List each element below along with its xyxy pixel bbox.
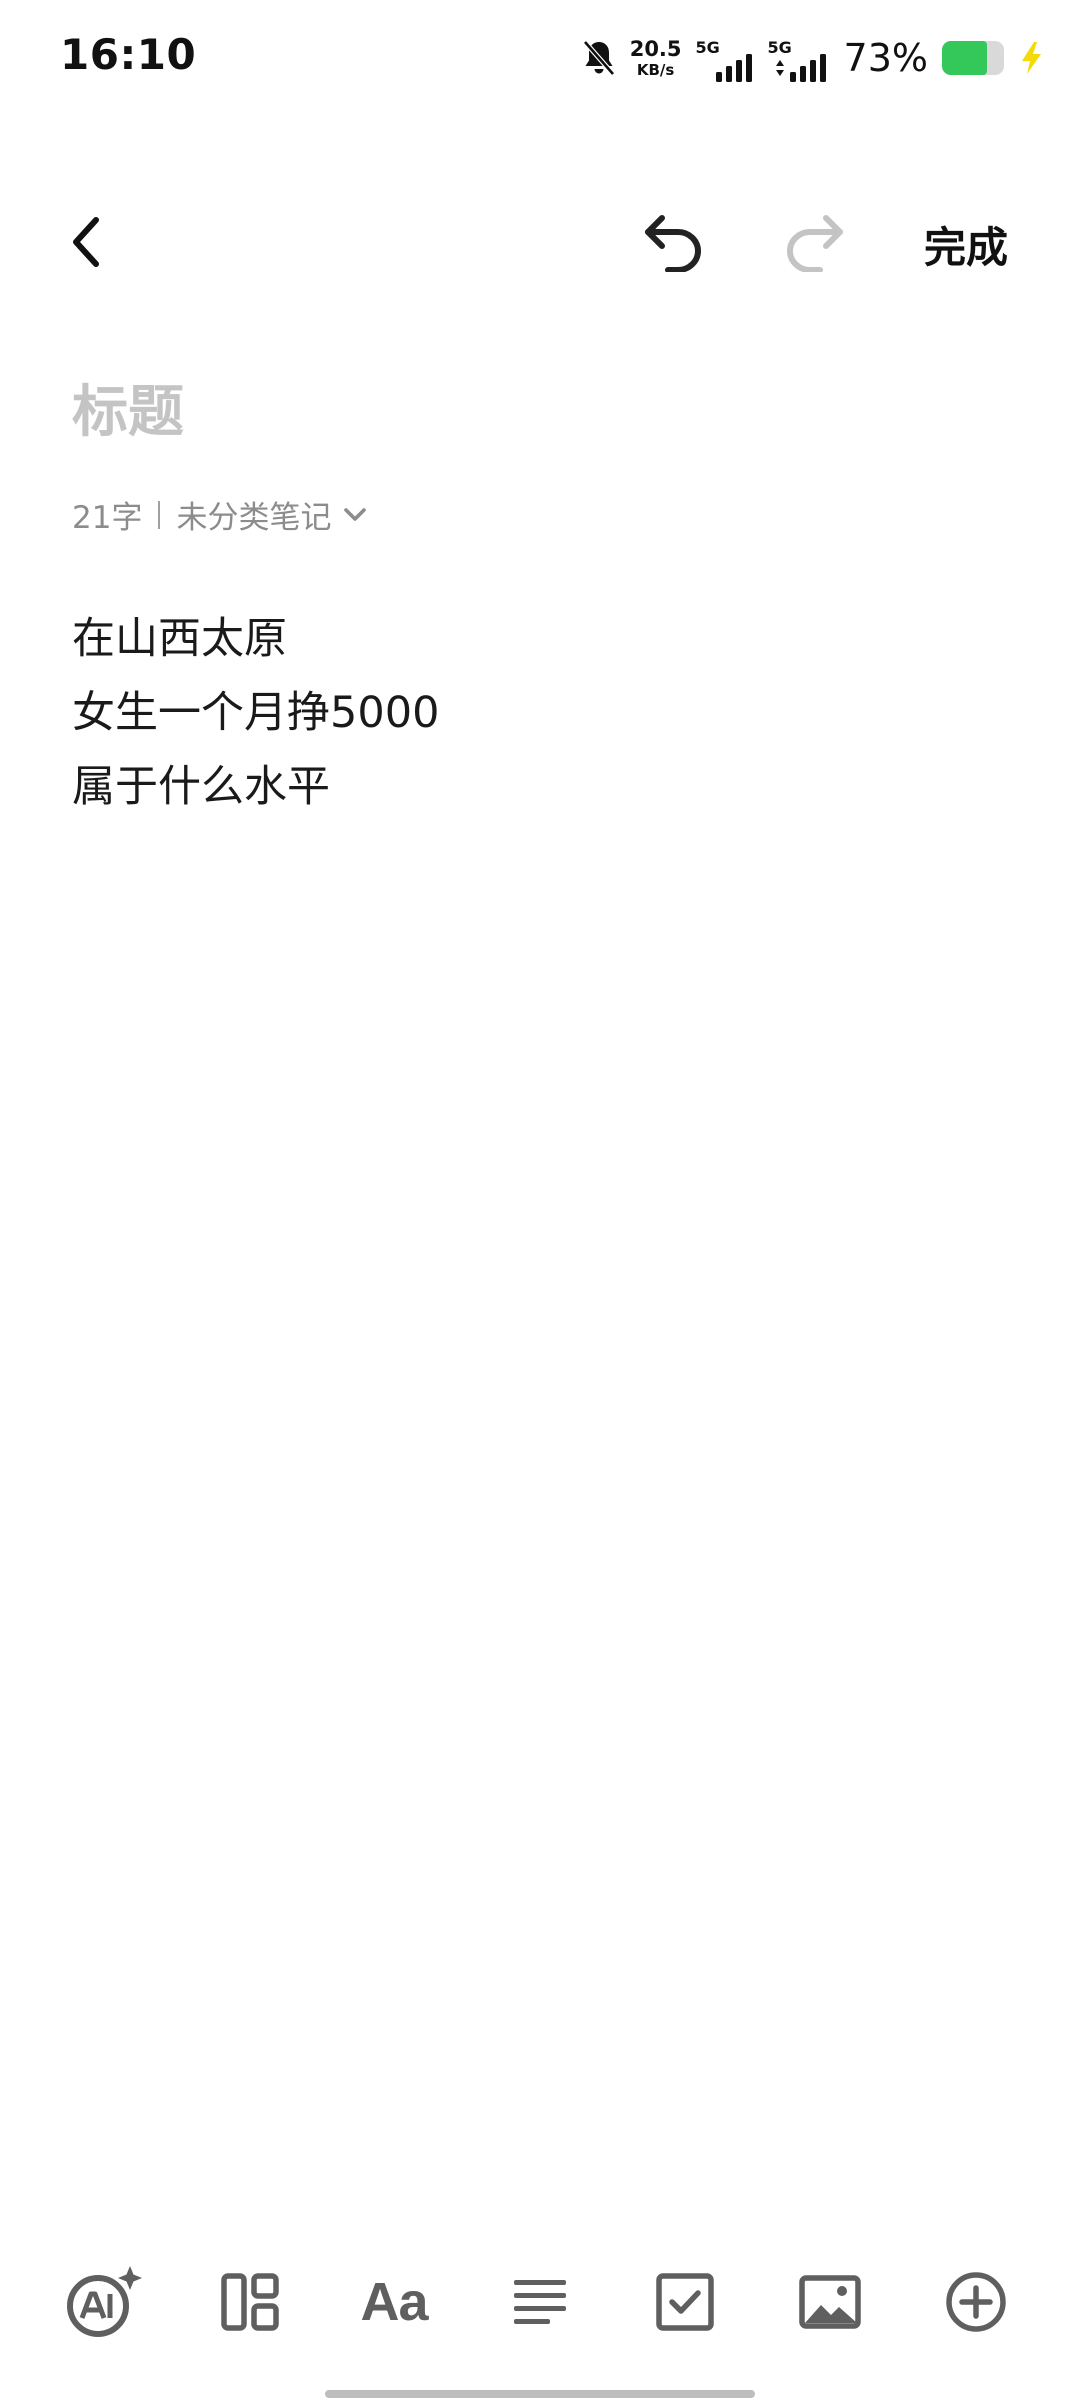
note-line: 在山西太原 bbox=[72, 614, 287, 664]
status-time: 16:10 bbox=[60, 30, 197, 79]
chevron-down-icon bbox=[344, 507, 367, 521]
back-button[interactable] bbox=[56, 212, 116, 272]
layout-icon bbox=[221, 2273, 279, 2331]
insert-more-button[interactable] bbox=[934, 2260, 1018, 2344]
format-toolbar: Aa bbox=[0, 2260, 1080, 2344]
redo-button[interactable] bbox=[776, 204, 852, 280]
home-indicator[interactable] bbox=[325, 2390, 755, 2398]
undo-icon bbox=[645, 215, 702, 272]
charging-bolt-icon bbox=[1018, 41, 1044, 75]
ai-assistant-button[interactable] bbox=[62, 2260, 146, 2344]
image-icon bbox=[799, 2275, 861, 2329]
editor-toolbar: 完成 bbox=[0, 190, 1080, 290]
battery-level-fill bbox=[942, 41, 988, 75]
signal-icon bbox=[715, 54, 752, 82]
battery-percent: 73% bbox=[843, 36, 928, 80]
status-indicators: 20.5 KB/s 5G 5G 73% bbox=[582, 30, 1044, 86]
signal-with-data-icon bbox=[775, 54, 826, 82]
battery-icon bbox=[942, 41, 1004, 75]
chevron-left-icon bbox=[73, 217, 99, 267]
bell-muted-icon bbox=[582, 39, 616, 77]
char-count: 21字 bbox=[72, 500, 143, 536]
add-circle-icon bbox=[946, 2272, 1006, 2332]
note-body-editor[interactable]: 在山西太原 女生一个月挣5000 属于什么水平 bbox=[72, 602, 1012, 824]
checklist-button[interactable] bbox=[643, 2260, 727, 2344]
network-speed-value: 20.5 bbox=[629, 36, 682, 61]
note-line: 女生一个月挣5000 bbox=[72, 688, 440, 738]
note-meta: 21字 未分类笔记 bbox=[72, 492, 367, 537]
note-line: 属于什么水平 bbox=[72, 762, 330, 812]
title-input[interactable] bbox=[72, 372, 1012, 452]
checkbox-icon bbox=[656, 2273, 714, 2331]
insert-image-button[interactable] bbox=[788, 2260, 872, 2344]
meta-divider bbox=[158, 500, 161, 529]
text-format-icon: Aa bbox=[360, 2272, 428, 2332]
ai-sparkle-icon bbox=[67, 2266, 142, 2337]
network-speed-unit: KB/s bbox=[636, 60, 675, 79]
category-label: 未分类笔记 bbox=[176, 500, 332, 536]
network-speed: 20.5 KB/s bbox=[629, 36, 682, 79]
done-button[interactable]: 完成 bbox=[924, 214, 1008, 275]
undo-button[interactable] bbox=[636, 204, 712, 280]
status-bar: 16:10 20.5 KB/s 5G 5G 73% bbox=[0, 0, 1080, 116]
category-selector[interactable]: 未分类笔记 bbox=[176, 492, 367, 537]
text-format-button[interactable]: Aa bbox=[352, 2260, 436, 2344]
paragraph-align-button[interactable] bbox=[498, 2260, 582, 2344]
redo-icon bbox=[786, 215, 843, 272]
layout-button[interactable] bbox=[208, 2260, 292, 2344]
signal-sim2: 5G bbox=[768, 34, 830, 82]
align-left-icon bbox=[514, 2280, 566, 2324]
signal-sim1: 5G bbox=[696, 34, 754, 82]
